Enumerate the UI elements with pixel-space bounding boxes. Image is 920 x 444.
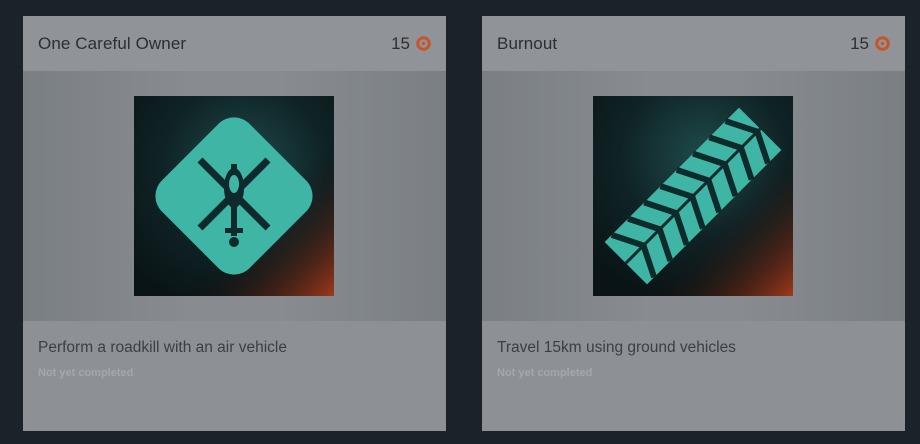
- card-title: Burnout: [497, 33, 558, 53]
- card-image-area: [482, 71, 905, 321]
- points-display: 15: [850, 34, 890, 54]
- card-body: Travel 15km using ground vehicles Not ye…: [482, 321, 905, 379]
- achievement-card[interactable]: Burnout 15 Travel 15km using ground vehi…: [482, 16, 905, 431]
- completion-status: Not yet completed: [38, 367, 134, 379]
- card-description: Travel 15km using ground vehicles: [497, 339, 736, 356]
- points-icon: [416, 36, 431, 51]
- card-header: Burnout 15: [482, 16, 905, 71]
- points-value: 15: [391, 33, 410, 53]
- card-header: One Careful Owner 15: [23, 16, 446, 71]
- card-image-area: [23, 71, 446, 321]
- points-display: 15: [391, 34, 431, 54]
- achievement-card[interactable]: One Careful Owner 15 Perform a roadkill …: [23, 16, 446, 431]
- card-description: Perform a roadkill with an air vehicle: [38, 339, 287, 356]
- completion-status: Not yet completed: [497, 367, 593, 379]
- points-icon: [875, 36, 890, 51]
- points-value: 15: [850, 33, 869, 53]
- tire-tread-badge-icon: [593, 96, 793, 296]
- card-body: Perform a roadkill with an air vehicle N…: [23, 321, 446, 379]
- helicopter-badge-icon: [134, 96, 334, 296]
- card-title: One Careful Owner: [38, 33, 187, 53]
